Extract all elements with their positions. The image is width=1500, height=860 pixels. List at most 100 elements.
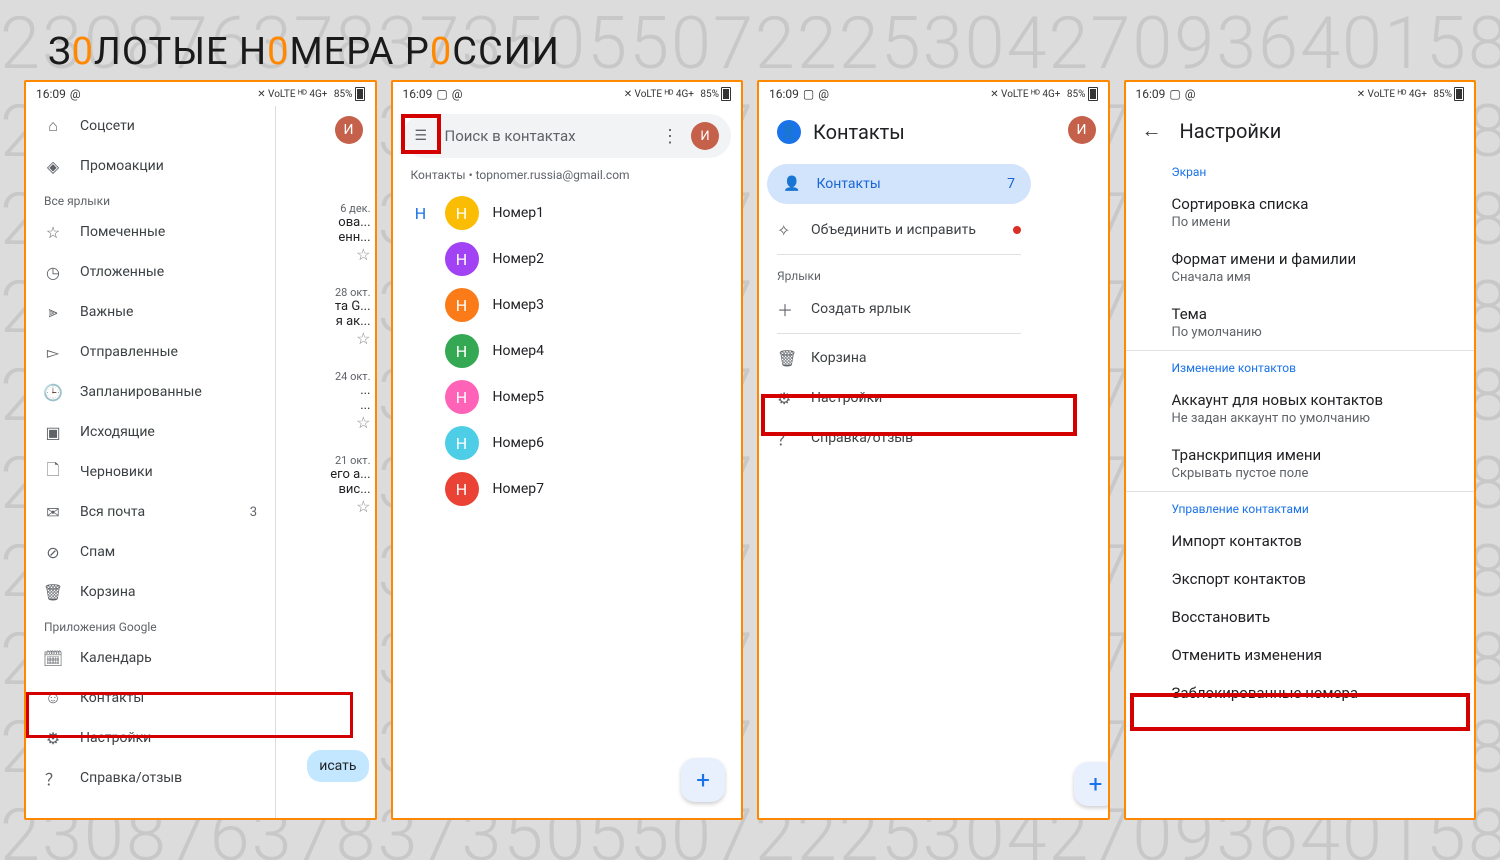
drawer-item-icon: 🗋 bbox=[44, 463, 62, 481]
avatar[interactable]: И bbox=[335, 116, 363, 144]
drawer-item-icon: 🗑 bbox=[44, 583, 62, 601]
avatar[interactable]: И bbox=[691, 122, 719, 150]
compose-button[interactable]: исать bbox=[307, 750, 368, 782]
contact-row[interactable]: Н Номер6 bbox=[393, 420, 742, 466]
drawer-item[interactable]: ◈Промоакции bbox=[26, 146, 275, 186]
drawer-item-label: Отправленные bbox=[80, 344, 178, 360]
drawer-item-icon: ⊘ bbox=[44, 543, 62, 561]
settings-item-title: Формат имени и фамилии bbox=[1172, 250, 1429, 268]
settings-item[interactable]: ТемаПо умолчанию bbox=[1126, 295, 1475, 350]
drawer-item[interactable]: ▻ Отправленные bbox=[26, 332, 275, 372]
settings-item[interactable]: Экспорт контактов bbox=[1126, 560, 1475, 598]
alert-dot-icon bbox=[1013, 226, 1021, 234]
drawer-item-icon: ⌂ bbox=[44, 117, 62, 135]
more-icon[interactable]: ⋮ bbox=[661, 126, 679, 147]
contact-name: Номер4 bbox=[493, 343, 545, 359]
settings-item[interactable]: Импорт контактов bbox=[1126, 522, 1475, 560]
fab-add[interactable]: + bbox=[681, 758, 725, 802]
drawer-item-icon: ▣ bbox=[44, 423, 62, 441]
contact-avatar: Н bbox=[445, 426, 479, 460]
settings-item[interactable]: Отменить изменения bbox=[1126, 636, 1475, 674]
drawer-item[interactable]: ☆ Помеченные bbox=[26, 212, 275, 252]
status-bar: 16:09 ▢ @ ✕ VoLTE ᴴᴰ 4G+ 85% bbox=[759, 82, 1108, 106]
drawer-section-apps: Приложения Google bbox=[26, 612, 275, 638]
drawer-item-icon: ▻ bbox=[44, 343, 62, 361]
back-icon[interactable]: ← bbox=[1142, 118, 1162, 143]
contact-name: Номер3 bbox=[493, 297, 545, 313]
drawer-item[interactable]: ◷ Отложенные bbox=[26, 252, 275, 292]
battery-icon bbox=[721, 87, 731, 101]
drawer-item-label: Справка/отзыв bbox=[80, 770, 182, 786]
drawer-item[interactable]: ✉Вся почта3 bbox=[26, 492, 275, 532]
drawer-item-label: Запланированные bbox=[80, 384, 202, 400]
drawer-item-icon: ⫸ bbox=[44, 303, 62, 321]
drawer-trash[interactable]: 🗑 Корзина bbox=[759, 338, 1039, 378]
drawer-section-labels: Все ярлыки bbox=[26, 186, 275, 212]
drawer-item[interactable]: ⌂Соцсети bbox=[26, 106, 275, 146]
star-icon[interactable]: ☆ bbox=[275, 413, 371, 432]
drawer-item-label: Отложенные bbox=[80, 264, 164, 280]
brand-logo: З0ЛОТЫЕ Н0МЕРА Р0ССИИ bbox=[48, 30, 560, 74]
drawer-item-icon: ？ bbox=[44, 769, 62, 787]
drawer-item-label: Корзина bbox=[80, 584, 136, 600]
drawer-item-label: Исходящие bbox=[80, 424, 155, 440]
drawer-item[interactable]: 🕒 Запланированные bbox=[26, 372, 275, 412]
plus-icon: ＋ bbox=[777, 297, 795, 321]
status-bar: 16:09 ▢ @ ✕ VoLTE ᴴᴰ 4G+ 85% bbox=[1126, 82, 1475, 106]
trash-icon: 🗑 bbox=[777, 349, 795, 368]
drawer-item-icon: ☆ bbox=[44, 223, 62, 241]
drawer-item[interactable]: ⫸Важные bbox=[26, 292, 275, 332]
drawer-item-label: Промоакции bbox=[80, 158, 164, 174]
drawer-item-badge: 3 bbox=[250, 505, 257, 520]
mail-date: 24 окт. bbox=[275, 370, 371, 383]
contact-avatar: Н bbox=[445, 472, 479, 506]
settings-item[interactable]: Транскрипция имениСкрывать пустое поле bbox=[1126, 436, 1475, 491]
status-bar: 16:09 ▢ @ ✕ VoLTE ᴴᴰ 4G+ 85% bbox=[393, 82, 742, 106]
drawer-item-label: Черновики bbox=[80, 464, 153, 480]
contact-name: Номер1 bbox=[493, 205, 545, 221]
contact-row[interactable]: Н Номер5 bbox=[393, 374, 742, 420]
person-icon: 👤 bbox=[783, 176, 800, 192]
drawer-item-icon: 🕒 bbox=[44, 383, 62, 401]
drawer-item-label: Календарь bbox=[80, 650, 152, 666]
star-icon[interactable]: ☆ bbox=[275, 245, 371, 264]
section-letter: Н bbox=[411, 204, 431, 223]
drawer-item[interactable]: ▣ Исходящие bbox=[26, 412, 275, 452]
drawer-item[interactable]: 🗋 Черновики bbox=[26, 452, 275, 492]
mail-date: 21 окт. bbox=[275, 454, 371, 467]
drawer-merge-fix[interactable]: ✧ Объединить и исправить bbox=[759, 210, 1039, 250]
contact-avatar: Н bbox=[445, 380, 479, 414]
status-bar: 16:09 @ ✕ VoLTE ᴴᴰ 4G+ 85% bbox=[26, 82, 375, 106]
drawer-item[interactable]: ？ Справка/отзыв bbox=[26, 758, 275, 798]
mail-date: 28 окт. bbox=[275, 286, 371, 299]
trash-label: Корзина bbox=[811, 350, 867, 366]
drawer-item-icon: ◷ bbox=[44, 263, 62, 281]
settings-item[interactable]: Сортировка спискаПо имени bbox=[1126, 185, 1475, 240]
drawer-contacts-pill[interactable]: 👤 Контакты 7 bbox=[767, 164, 1031, 204]
settings-item-subtitle: Сначала имя bbox=[1172, 270, 1429, 285]
pill-label: Контакты bbox=[816, 176, 880, 192]
contact-row[interactable]: Н Номер4 bbox=[393, 328, 742, 374]
settings-item[interactable]: Восстановить bbox=[1126, 598, 1475, 636]
settings-item[interactable]: Аккаунт для новых контактовНе задан акка… bbox=[1126, 381, 1475, 436]
star-icon[interactable]: ☆ bbox=[275, 497, 371, 516]
search-placeholder: Поиск в контактах bbox=[445, 127, 650, 145]
contact-row[interactable]: Н Номер3 bbox=[393, 282, 742, 328]
star-icon[interactable]: ☆ bbox=[275, 329, 371, 348]
contact-row[interactable]: Н Н Номер1 bbox=[393, 190, 742, 236]
drawer-item[interactable]: 🗑 Корзина bbox=[26, 572, 275, 612]
fab-add[interactable]: + bbox=[1074, 762, 1110, 806]
drawer-item[interactable]: 🗓Календарь bbox=[26, 638, 275, 678]
battery-icon bbox=[355, 87, 365, 101]
settings-section-screen: Экран bbox=[1126, 155, 1475, 185]
search-bar[interactable]: ☰ Поиск в контактах ⋮ И bbox=[403, 114, 732, 158]
drawer-item[interactable]: ⊘Спам bbox=[26, 532, 275, 572]
contact-row[interactable]: Н Номер7 bbox=[393, 466, 742, 512]
contact-row[interactable]: Н Номер2 bbox=[393, 236, 742, 282]
screen-contacts-drawer: 16:09 ▢ @ ✕ VoLTE ᴴᴰ 4G+ 85% И + 👤 Конта… bbox=[757, 80, 1110, 820]
drawer-create-label[interactable]: ＋ Создать ярлык bbox=[759, 289, 1039, 329]
avatar[interactable]: И bbox=[1068, 116, 1096, 144]
account-line: Контакты • topnomer.russia@gmail.com bbox=[393, 166, 742, 190]
settings-item[interactable]: Формат имени и фамилии Сначала имя bbox=[1126, 240, 1475, 295]
drawer-item-label: Помеченные bbox=[80, 224, 165, 240]
